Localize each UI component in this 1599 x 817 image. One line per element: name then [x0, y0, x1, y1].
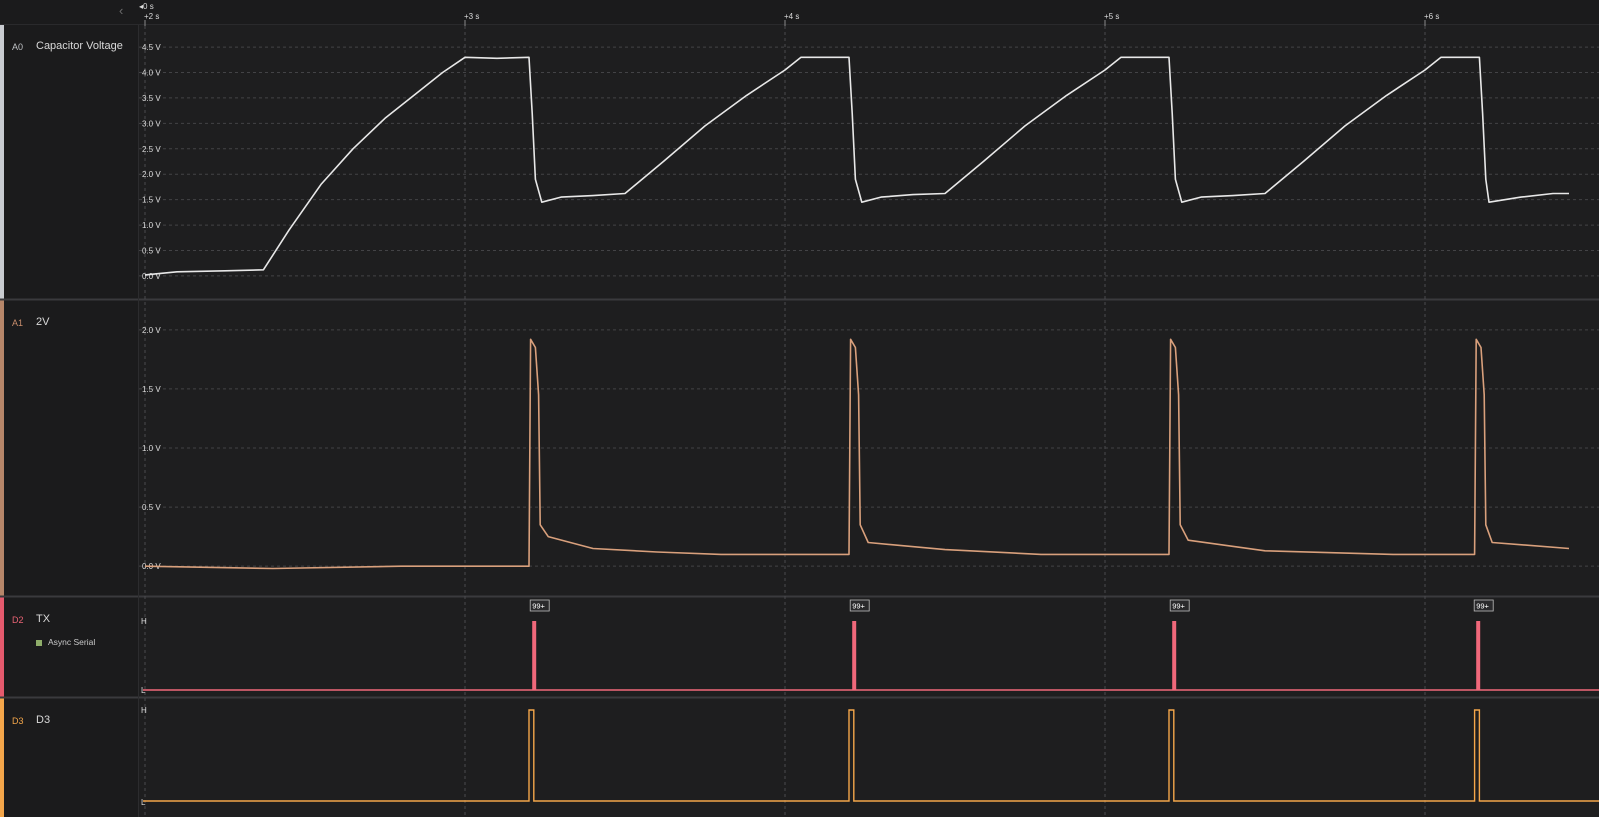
tx-burst[interactable]	[1172, 621, 1177, 690]
y-tick-label: 3.5 V	[142, 94, 161, 103]
y-tick-label: 2.0 V	[142, 326, 161, 335]
tx-burst[interactable]	[532, 621, 537, 690]
y-tick-label: 4.0 V	[142, 69, 161, 78]
time-ruler-ticks: ◂0 s+2 s +3 s +4 s +5 s +6 s	[139, 2, 1439, 26]
y-tick-label: 3.0 V	[142, 119, 161, 128]
grid	[0, 24, 1599, 817]
y-tick-label: 2.5 V	[142, 145, 161, 154]
y-tick-label: 4.5 V	[142, 43, 161, 52]
channel-d3-plot: HL	[141, 706, 1599, 807]
frame-count-label: 99+	[532, 602, 545, 611]
tx-burst[interactable]	[1476, 621, 1481, 690]
channel-a1-plot: 2.0 V1.5 V1.0 V0.5 V0.0 V	[139, 326, 1599, 571]
waveform-a0	[144, 56, 1569, 276]
digital-waveform-d3	[143, 709, 1599, 802]
time-tick-label: +5 s	[1104, 12, 1119, 21]
time-tick-label: +6 s	[1424, 12, 1439, 21]
y-tick-label: 1.5 V	[142, 196, 161, 205]
y-tick-label: 2.0 V	[142, 170, 161, 179]
origin-marker: ◂0 s	[139, 2, 154, 11]
y-tick-label: 1.0 V	[142, 444, 161, 453]
y-tick-label: 1.0 V	[142, 221, 161, 230]
time-tick-label: +3 s	[464, 12, 479, 21]
y-tick-label: 1.5 V	[142, 385, 161, 394]
level-high-label: H	[141, 617, 147, 626]
channel-a0-plot: 4.5 V 4.0 V 3.5 V 3.0 V 2.5 V 2.0 V 1.5 V 1.0 V…	[139, 43, 1599, 281]
y-tick-label: 0.5 V	[142, 246, 161, 255]
waveform-a1	[144, 338, 1570, 570]
waveform-plot[interactable]: ◂0 s+2 s +3 s +4 s +5 s +6 s 4.5 V 4.0 V 3.5 V…	[0, 0, 1599, 817]
frame-count-label: 99+	[852, 602, 865, 611]
level-high-label: H	[141, 706, 147, 715]
frame-count-label: 99+	[1476, 602, 1489, 611]
time-tick-label: +2 s	[144, 12, 159, 21]
tx-burst[interactable]	[852, 621, 857, 690]
y-tick-label: 0.5 V	[142, 503, 161, 512]
level-low-label: L	[141, 798, 146, 807]
channel-d2-plot: HL99+99+99+99+	[141, 599, 1599, 695]
frame-count-label: 99+	[1172, 602, 1185, 611]
time-tick-label: +4 s	[784, 12, 799, 21]
